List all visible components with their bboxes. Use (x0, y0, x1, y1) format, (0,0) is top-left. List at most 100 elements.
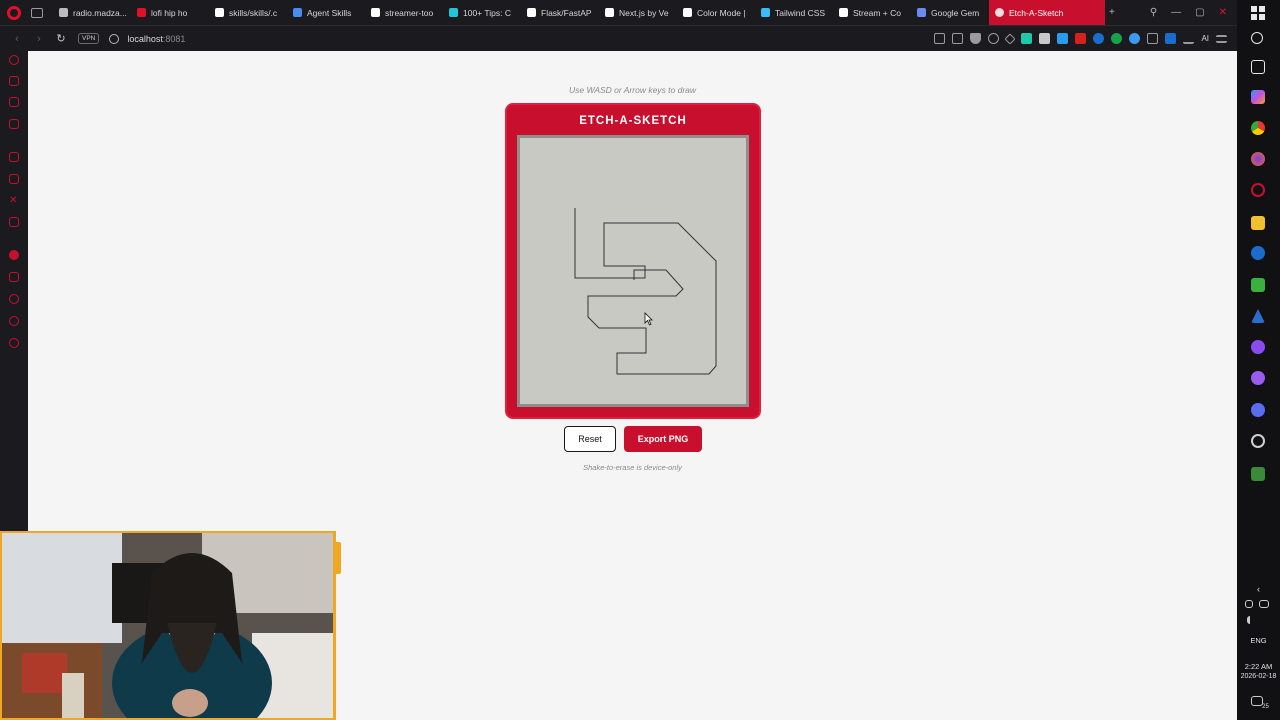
volume-icon[interactable] (1247, 616, 1256, 624)
clock-date[interactable]: 2026-02-18 (1237, 673, 1280, 680)
url-port: :8081 (162, 33, 186, 44)
browser-tab[interactable]: Google Gem (911, 0, 989, 25)
browser-tab[interactable]: lofi hip ho (131, 0, 209, 25)
tab-label: Stream + Co (853, 7, 901, 18)
url-host: localhost (127, 33, 163, 44)
tab-etch-a-sketch[interactable]: Etch-A-Sketch (989, 0, 1105, 25)
notepad-icon[interactable] (1251, 278, 1265, 292)
etch-a-sketch-frame: ETCH-A-SKETCH (505, 103, 761, 419)
browser-tab[interactable]: skills/skills/.c (209, 0, 287, 25)
app-purple-1-icon[interactable] (1251, 340, 1265, 354)
maximize-icon[interactable]: ▢ (1195, 7, 1204, 18)
webcam-feed-image (2, 533, 333, 718)
pin-icon[interactable] (934, 33, 946, 44)
forward-icon[interactable]: › (34, 33, 44, 45)
extensions-puzzle-icon[interactable] (1147, 33, 1159, 44)
browser-tab[interactable]: Tailwind CSS (755, 0, 833, 25)
display-icon[interactable] (1259, 600, 1269, 608)
sidebar-history-icon[interactable] (9, 294, 19, 304)
opera-gx-icon[interactable] (1251, 183, 1265, 197)
search-tabs-icon[interactable]: ⚲ (1150, 7, 1157, 18)
tab-label: Google Gem (931, 7, 980, 18)
browser-tab[interactable]: Agent Skills (287, 0, 365, 25)
profile-icon[interactable] (1165, 33, 1177, 44)
extension-1-icon[interactable] (1021, 33, 1033, 44)
tab-favicon-icon (215, 8, 224, 17)
chevron-left-icon[interactable]: ‹ (1237, 584, 1280, 594)
extension-6-icon[interactable] (1111, 33, 1123, 44)
tab-favicon-icon (371, 8, 380, 17)
sidebar-settings-icon[interactable] (9, 338, 19, 348)
etch-favicon-icon (995, 8, 1004, 17)
reset-button[interactable]: Reset (564, 426, 616, 452)
sidebar-aria-icon[interactable] (9, 55, 19, 65)
globe-icon[interactable] (109, 33, 120, 44)
atlas-icon[interactable] (1251, 309, 1265, 323)
sidebar-gx-icon[interactable] (9, 76, 19, 86)
discord-icon[interactable] (1251, 403, 1265, 417)
sidebar-player-icon[interactable] (9, 272, 19, 282)
tab-label: Tailwind CSS (775, 7, 826, 18)
extension-5-icon[interactable] (1093, 33, 1105, 44)
task-view-icon[interactable] (1251, 60, 1265, 74)
firefox-icon[interactable] (1251, 152, 1265, 166)
sidebar-instagram-icon[interactable] (9, 174, 19, 184)
network-icon[interactable] (1245, 600, 1253, 608)
url-field[interactable]: localhost:8081 (127, 34, 185, 44)
tab-label: Color Mode | (697, 7, 746, 18)
drawing-screen[interactable] (517, 135, 749, 407)
browser-tab[interactable]: Color Mode | (677, 0, 755, 25)
snapshot-icon[interactable] (952, 33, 964, 44)
location-app-icon[interactable] (1251, 246, 1265, 260)
tab-label: Next.js by Ve (619, 7, 669, 18)
obs-icon[interactable] (1251, 434, 1265, 448)
play-icon[interactable] (988, 33, 1000, 44)
copilot-icon[interactable] (1251, 90, 1265, 104)
controls-hint: Use WASD or Arrow keys to draw (568, 85, 697, 95)
webcam-handle[interactable] (336, 542, 341, 574)
download-icon[interactable] (1183, 33, 1195, 44)
search-icon[interactable] (1251, 32, 1263, 44)
close-window-icon[interactable]: ✕ (1219, 7, 1227, 18)
browser-tab[interactable]: radio.madza... (53, 0, 131, 25)
new-tab-icon[interactable]: + (1109, 7, 1115, 18)
browser-tab[interactable]: Next.js by Ve (599, 0, 677, 25)
ai-button[interactable]: AI (1201, 34, 1209, 43)
app-purple-2-icon[interactable] (1251, 371, 1265, 385)
browser-tab-bar: radio.madza... lofi hip ho skills/skills/.… (0, 0, 1237, 25)
browser-tab[interactable]: Flask/FastAP (521, 0, 599, 25)
tab-overview-icon[interactable] (31, 7, 43, 18)
sidebar-discord-icon[interactable] (9, 119, 19, 129)
sidebar-x-icon[interactable]: ✕ (9, 196, 19, 206)
vpn-badge[interactable]: VPN (78, 33, 100, 44)
extension-2-icon[interactable] (1039, 33, 1051, 44)
sidebar-music-icon[interactable] (9, 250, 19, 260)
tab-label: streamer-too (385, 7, 434, 18)
file-explorer-icon[interactable] (1251, 216, 1265, 230)
reload-icon[interactable]: ↻ (56, 32, 66, 45)
windows-taskbar: ‹ ENG 2:22 AM 2026-02-18 25 (1237, 0, 1280, 720)
heart-icon[interactable] (1004, 32, 1017, 45)
sidebar-twitch-icon[interactable] (9, 97, 19, 107)
windows-start-icon[interactable] (1251, 6, 1265, 20)
sidebar-chat-icon[interactable] (9, 316, 19, 326)
extension-3-icon[interactable] (1057, 33, 1069, 44)
terminal-icon[interactable] (1251, 467, 1265, 481)
browser-tab[interactable]: Stream + Co (833, 0, 911, 25)
minimize-icon[interactable]: — (1171, 7, 1181, 18)
language-indicator[interactable]: ENG (1237, 636, 1280, 645)
back-icon[interactable]: ‹ (12, 33, 22, 45)
extension-7-icon[interactable] (1129, 33, 1141, 44)
chrome-icon[interactable] (1251, 121, 1265, 135)
tab-favicon-icon (527, 8, 536, 17)
menu-icon[interactable] (1216, 34, 1227, 43)
sidebar-messenger-icon[interactable] (9, 152, 19, 162)
export-png-button[interactable]: Export PNG (624, 426, 702, 452)
extension-4-icon[interactable] (1075, 33, 1087, 44)
sidebar-discord2-icon[interactable] (9, 217, 19, 227)
clock-time[interactable]: 2:22 AM (1237, 662, 1280, 671)
browser-tab[interactable]: streamer-too (365, 0, 443, 25)
shield-icon[interactable] (970, 33, 982, 44)
opera-logo-icon[interactable] (7, 5, 21, 20)
browser-tab[interactable]: 100+ Tips: C (443, 0, 521, 25)
